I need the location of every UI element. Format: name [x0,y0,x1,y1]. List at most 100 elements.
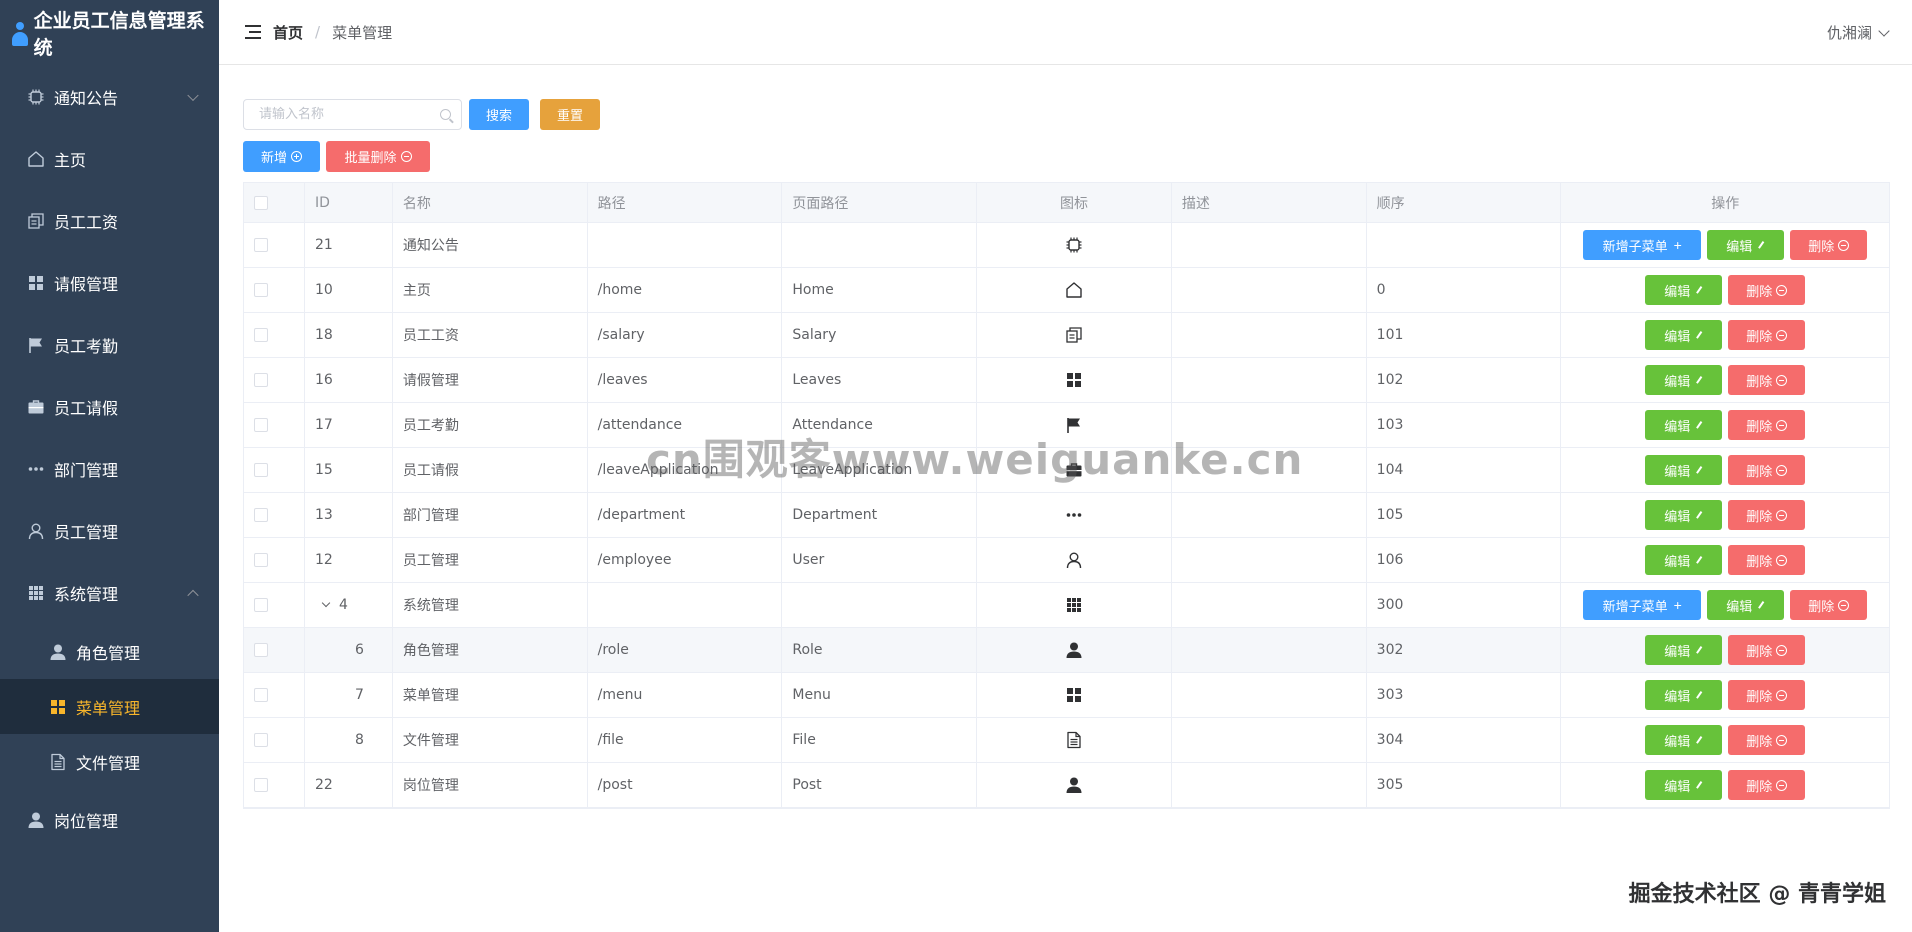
app-logo[interactable]: 企业员工信息管理系统 [0,0,219,66]
row-checkbox[interactable] [254,283,268,297]
sidebar-item[interactable]: 菜单管理 [0,679,219,734]
batch-delete-button[interactable]: 批量删除 [326,141,430,172]
edit-button[interactable]: 编辑 [1645,545,1723,575]
edit-button[interactable]: 编辑 [1645,725,1723,755]
header-path: 路径 [588,183,783,222]
circle-minus-icon [1776,419,1788,431]
sidebar-item[interactable]: 文件管理 [0,734,219,789]
table-row[interactable]: 8 文件管理/file File 304 编辑 删除 [244,718,1889,763]
row-checkbox[interactable] [254,778,268,792]
table-row[interactable]: 12 员工管理/employee User 106 编辑 删除 [244,538,1889,583]
user-menu[interactable]: 仇湘澜 [1827,22,1890,43]
cell-id: 13 [314,507,333,523]
edit-button[interactable]: 编辑 [1645,320,1723,350]
sidebar-item[interactable]: 部门管理 [0,438,219,500]
search-input[interactable] [244,100,424,129]
delete-button[interactable]: 删除 [1728,320,1806,350]
delete-button[interactable]: 删除 [1790,590,1868,620]
edit-button[interactable]: 编辑 [1645,275,1723,305]
reset-button[interactable]: 重置 [540,99,600,130]
delete-button[interactable]: 删除 [1790,230,1868,260]
cell-ops: 编辑 删除 [1561,313,1889,357]
circle-minus-icon [1838,599,1850,611]
edit-button[interactable]: 编辑 [1707,230,1785,260]
sidebar-item[interactable]: 员工考勤 [0,314,219,376]
sidebar-item[interactable]: 通知公告 [0,66,219,128]
edit-button[interactable]: 编辑 [1645,635,1723,665]
add-child-menu-button[interactable]: 新增子菜单 + [1583,230,1702,260]
row-checkbox[interactable] [254,418,268,432]
edit-button[interactable]: 编辑 [1645,680,1723,710]
edit-icon [1696,511,1703,519]
table-row[interactable]: 21 通知公告 新增子菜单 + 编辑 删除 [244,223,1889,268]
row-checkbox[interactable] [254,328,268,342]
circle-minus-icon [1776,554,1788,566]
delete-button[interactable]: 删除 [1728,365,1806,395]
table-row[interactable]: 7 菜单管理/menu Menu 303 编辑 删除 [244,673,1889,718]
edit-label: 编辑 [1726,598,1753,614]
table-row[interactable]: 10 主页/home Home 0 编辑 删除 [244,268,1889,313]
table-row[interactable]: 4 系统管理 300 新增子菜单 + 编辑 删除 [244,583,1889,628]
add-child-menu-button[interactable]: 新增子菜单 + [1583,590,1702,620]
table-row[interactable]: 22 岗位管理/post Post 305 编辑 删除 [244,763,1889,808]
row-checkbox[interactable] [254,643,268,657]
table-header: ID 名称 路径 页面路径 图标 描述 顺序 操作 [244,183,1889,223]
row-checkbox[interactable] [254,688,268,702]
edit-button[interactable]: 编辑 [1645,410,1723,440]
row-checkbox[interactable] [254,598,268,612]
delete-button[interactable]: 删除 [1728,770,1806,800]
delete-button[interactable]: 删除 [1728,725,1806,755]
table-row[interactable]: 16 请假管理/leaves Leaves 102 编辑 删除 [244,358,1889,403]
cell-page-path [782,583,978,627]
sidebar-item-label: 岗位管理 [54,812,119,831]
delete-button[interactable]: 删除 [1728,455,1806,485]
edit-button[interactable]: 编辑 [1645,770,1723,800]
breadcrumb-home[interactable]: 首页 [273,22,303,43]
edit-label: 编辑 [1664,283,1691,299]
row-checkbox[interactable] [254,553,268,567]
sidebar-item[interactable]: 角色管理 [0,624,219,679]
sidebar-item[interactable]: 系统管理 [0,562,219,624]
delete-label: 删除 [1746,373,1773,389]
row-checkbox[interactable] [254,463,268,477]
sidebar-item[interactable]: 岗位管理 [0,789,219,851]
sidebar-item[interactable]: 请假管理 [0,252,219,314]
edit-button[interactable]: 编辑 [1645,365,1723,395]
edit-icon [1696,421,1703,429]
delete-button[interactable]: 删除 [1728,410,1806,440]
cell-ops: 编辑 删除 [1561,628,1889,672]
sidebar-item[interactable]: 员工管理 [0,500,219,562]
edit-label: 编辑 [1664,778,1691,794]
row-checkbox[interactable] [254,373,268,387]
add-button[interactable]: 新增 [243,141,320,172]
delete-button[interactable]: 删除 [1728,635,1806,665]
edit-button[interactable]: 编辑 [1707,590,1785,620]
cell-path: /department [588,493,783,537]
sidebar-item[interactable]: 员工工资 [0,190,219,252]
delete-label: 删除 [1746,553,1773,569]
sidebar-item[interactable]: 员工请假 [0,376,219,438]
row-checkbox[interactable] [254,733,268,747]
table-row[interactable]: 13 部门管理/department Department 105 编辑 删除 [244,493,1889,538]
hamburger-icon[interactable] [245,25,261,39]
delete-button[interactable]: 删除 [1728,500,1806,530]
table-row[interactable]: 6 角色管理/role Role 302 编辑 删除 [244,628,1889,673]
cell-ops: 编辑 删除 [1561,358,1889,402]
expand-arrow-icon[interactable] [321,598,331,608]
table-row[interactable]: 18 员工工资/salary Salary 101 编辑 删除 [244,313,1889,358]
cell-path [588,583,783,627]
edit-button[interactable]: 编辑 [1645,455,1723,485]
delete-button[interactable]: 删除 [1728,680,1806,710]
delete-button[interactable]: 删除 [1728,545,1806,575]
edit-button[interactable]: 编辑 [1645,500,1723,530]
edit-icon [1758,241,1765,249]
search-button[interactable]: 搜索 [469,99,529,130]
row-checkbox[interactable] [254,508,268,522]
select-all-checkbox[interactable] [254,195,268,210]
sidebar-item-label: 部门管理 [54,461,119,480]
cell-id: 17 [314,417,333,433]
sidebar-item[interactable]: 主页 [0,128,219,190]
delete-label: 删除 [1746,328,1773,344]
delete-button[interactable]: 删除 [1728,275,1806,305]
row-checkbox[interactable] [254,238,268,252]
